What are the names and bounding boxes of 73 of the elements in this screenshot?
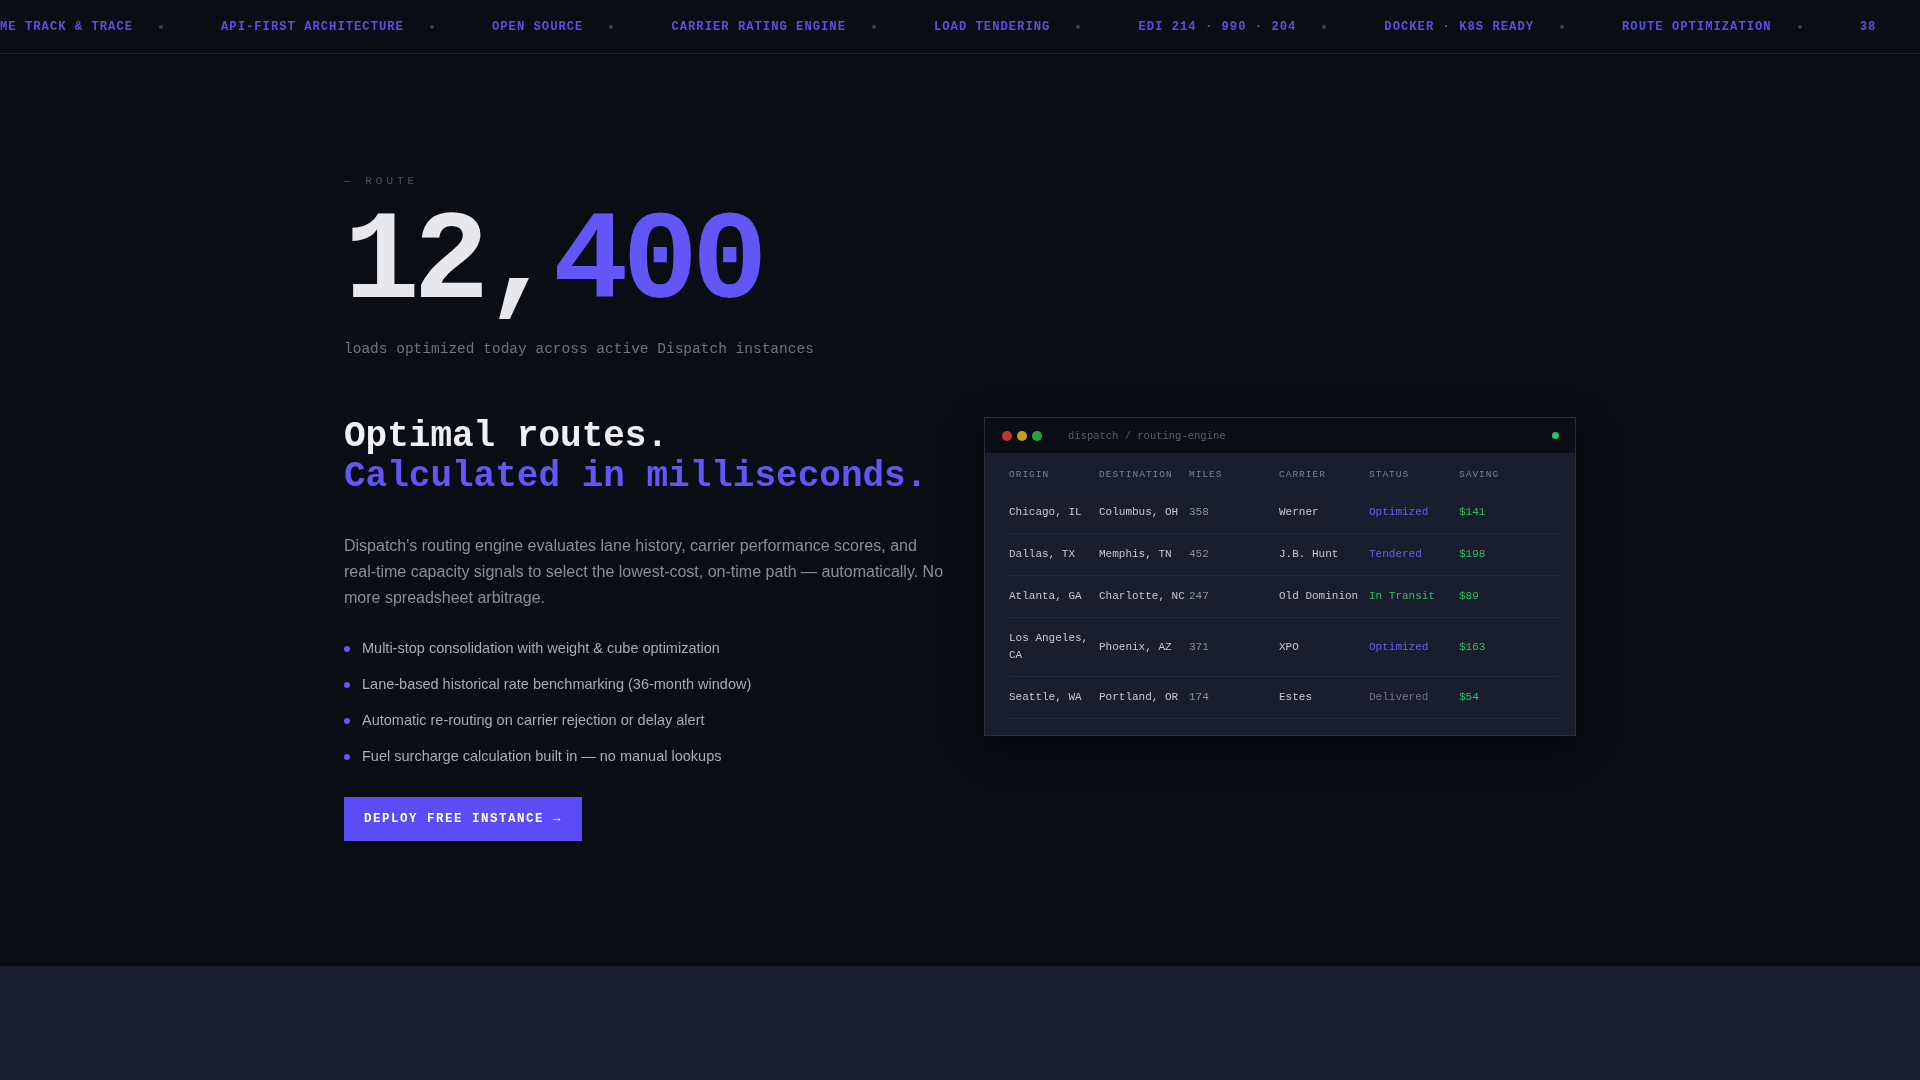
heading-accent: Calculated in milliseconds. bbox=[344, 457, 929, 497]
table-cell-text: Old Dominion bbox=[1279, 589, 1360, 604]
separator-dot-icon bbox=[1322, 24, 1327, 29]
bullet-dot-icon bbox=[344, 753, 350, 760]
column-header: MILES bbox=[1189, 469, 1224, 480]
table-cell-text: 358 bbox=[1189, 505, 1210, 520]
heading: Optimal routes. bbox=[344, 417, 670, 457]
section-label: — ROUTE bbox=[344, 175, 420, 187]
table-cell-text: $89 bbox=[1459, 589, 1480, 604]
table-cell-text: J.B. Hunt bbox=[1279, 547, 1340, 562]
feature-item: Lane-based historical rate benchmarking (36-month window) bbox=[362, 675, 752, 694]
separator-dot-icon bbox=[1076, 24, 1081, 29]
window-title: dispatch / routing-engine bbox=[1068, 429, 1227, 442]
ticker-item: ROUTE OPTIMIZATION bbox=[1622, 19, 1772, 34]
description: Dispatch's routing engine evaluates lane history, carrier performance scores, and real-time capacity signals to select the lowest-cost, on-time path — automatically. No more spreadsheet arbitrage. bbox=[344, 536, 944, 608]
counter-value: 12,400 bbox=[344, 201, 763, 327]
table-cell-text: Werner bbox=[1279, 505, 1320, 520]
status-label: Optimized bbox=[1369, 639, 1430, 655]
table-cell-text: $163 bbox=[1459, 639, 1487, 655]
table-cell-text: Chicago, IL bbox=[1009, 505, 1083, 520]
status-dot-icon bbox=[1552, 432, 1559, 439]
deploy-button[interactable]: DEPLOY FREE INSTANCE → bbox=[344, 797, 582, 841]
table-cell-text: Atlanta, GA bbox=[1009, 589, 1083, 604]
window-close-icon[interactable] bbox=[1002, 430, 1012, 441]
column-header: ORIGIN bbox=[1009, 469, 1051, 480]
table-cell-text: 371 bbox=[1189, 639, 1210, 655]
table-cell-text: Seattle, WA bbox=[1009, 690, 1083, 705]
feature-item: Automatic re-routing on carrier rejection or delay alert bbox=[362, 711, 705, 730]
ticker-item: DOCKER · K8S READY bbox=[1384, 19, 1534, 34]
ticker-item: OPEN SOURCE bbox=[491, 19, 584, 34]
bullet-dot-icon bbox=[344, 645, 350, 652]
table-cell-text: Estes bbox=[1279, 690, 1313, 705]
ticker-item: CARRIER RATING ENGINE bbox=[671, 19, 846, 34]
window-minimize-icon[interactable] bbox=[1017, 430, 1027, 441]
table-cell-text: XPO bbox=[1279, 639, 1300, 655]
separator-dot-icon bbox=[1560, 24, 1564, 29]
separator-dot-icon bbox=[159, 24, 164, 29]
table-cell-text: 452 bbox=[1189, 547, 1210, 562]
table-cell-text: Phoenix, AZ bbox=[1099, 639, 1173, 655]
feature-item: Fuel surcharge calculation built in — no manual lookups bbox=[362, 747, 722, 766]
ticker-item: API-FIRST ARCHITECTURE bbox=[221, 19, 404, 34]
ticker-item: LOAD TENDERING bbox=[934, 19, 1051, 34]
ticker-item: ME TRACK & TRACE bbox=[0, 19, 134, 34]
separator-dot-icon bbox=[609, 24, 614, 29]
bullet-dot-icon bbox=[344, 717, 350, 724]
window-zoom-icon[interactable] bbox=[1032, 430, 1042, 441]
column-header: CARRIER bbox=[1279, 469, 1327, 480]
status-label: Optimized bbox=[1369, 505, 1430, 520]
table-cell-text: $198 bbox=[1459, 547, 1487, 562]
column-header: STATUS bbox=[1369, 469, 1411, 480]
separator-dot-icon bbox=[429, 24, 434, 29]
table-cell-text: Charlotte, NC bbox=[1099, 589, 1186, 604]
status-label: In Transit bbox=[1369, 589, 1436, 604]
table-cell-text: 247 bbox=[1189, 589, 1210, 604]
separator-dot-icon bbox=[872, 24, 876, 29]
status-label: Delivered bbox=[1369, 690, 1430, 705]
column-header: SAVING bbox=[1459, 469, 1501, 480]
feature-item: Multi-stop consolidation with weight & cube optimization bbox=[362, 639, 720, 658]
table-cell-text: Los Angeles, CA bbox=[1009, 631, 1090, 663]
table-cell-text: Portland, OR bbox=[1099, 690, 1180, 705]
table-cell-text: $141 bbox=[1459, 505, 1487, 520]
table-cell-text: 174 bbox=[1189, 690, 1210, 705]
table-cell-text: Columbus, OH bbox=[1099, 505, 1180, 520]
table-cell-text: Memphis, TN bbox=[1099, 547, 1173, 562]
bullet-dot-icon bbox=[344, 681, 350, 688]
column-header: DESTINATION bbox=[1099, 469, 1174, 480]
ticker-item: EDI 214 · 990 · 204 bbox=[1138, 19, 1297, 34]
counter-caption: loads optimized today across active Dispatch instances bbox=[344, 341, 815, 357]
separator-dot-icon bbox=[1797, 24, 1802, 29]
ticker-item: 38 bbox=[1859, 19, 1877, 34]
status-label: Tendered bbox=[1369, 547, 1423, 562]
table-cell-text: $54 bbox=[1459, 690, 1480, 705]
table-cell-text: Dallas, TX bbox=[1009, 547, 1076, 562]
